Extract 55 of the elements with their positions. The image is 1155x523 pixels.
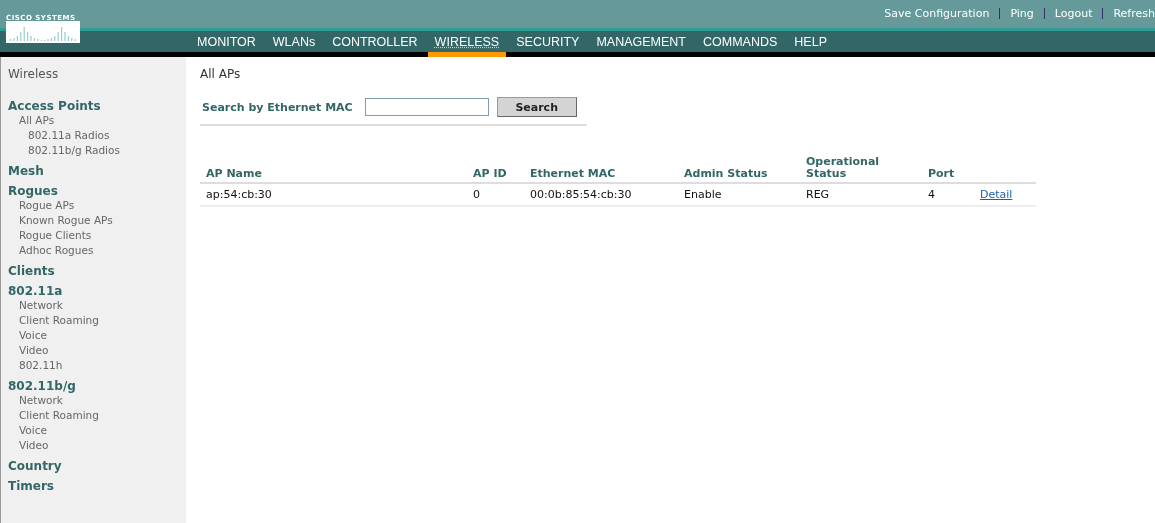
nav-tab[interactable]: HELP <box>787 31 834 57</box>
sidebar-item[interactable]: All APs <box>8 113 186 128</box>
sidebar-title: Wireless <box>8 67 60 81</box>
sidebar-item[interactable]: Known Rogue APs <box>8 213 186 228</box>
sidebar-section[interactable]: 802.11a <box>8 284 186 298</box>
search-button[interactable]: Search <box>496 97 577 117</box>
table-cell: 00:0b:85:54:cb:30 <box>524 183 678 206</box>
column-header: Port <box>922 154 974 183</box>
header-link[interactable]: Save Configuration <box>884 7 990 20</box>
sidebar-section[interactable]: Clients <box>8 264 186 278</box>
sidebar-section[interactable]: Access Points <box>8 99 186 113</box>
sidebar-item[interactable]: Video <box>8 438 186 453</box>
sidebar-item[interactable]: Adhoc Rogues <box>8 243 186 258</box>
sidebar-item[interactable]: Voice <box>8 328 186 343</box>
search-field[interactable] <box>364 98 489 116</box>
column-header: Operational Status <box>800 154 922 183</box>
sidebar-item[interactable]: 802.11b/g Radios <box>8 143 186 158</box>
header-link[interactable]: Logout <box>1054 7 1093 20</box>
sidebar-section[interactable]: 802.11b/g <box>8 379 186 393</box>
sidebar-section[interactable]: Country <box>8 459 186 473</box>
table-cell: ap:54:cb:30 <box>200 183 467 206</box>
sidebar-item[interactable]: Network <box>8 393 186 408</box>
sidebar-item[interactable]: Voice <box>8 423 186 438</box>
logo-icon <box>6 21 80 43</box>
search-label: Search by Ethernet MAC <box>202 100 353 114</box>
sidebar-item[interactable]: Rogue APs <box>8 198 186 213</box>
sidebar-section[interactable]: Mesh <box>8 164 186 178</box>
nav-tab[interactable]: WIRELESS <box>427 31 507 57</box>
nav-tab[interactable]: SECURITY <box>509 31 587 57</box>
nav-tab[interactable]: MANAGEMENT <box>589 31 693 57</box>
sidebar-item[interactable]: Client Roaming <box>8 408 186 423</box>
detail-link[interactable]: Detail <box>980 188 1013 201</box>
column-header: Ethernet MAC <box>524 154 678 183</box>
sidebar-item[interactable]: Client Roaming <box>8 313 186 328</box>
table-cell: 0 <box>467 183 524 206</box>
sidebar-item[interactable]: Network <box>8 298 186 313</box>
sidebar-item[interactable]: 802.11h <box>8 358 186 373</box>
sidebar-item[interactable]: Video <box>8 343 186 358</box>
column-header: AP ID <box>467 154 524 183</box>
sidebar-item[interactable]: 802.11a Radios <box>8 128 186 143</box>
header-link[interactable]: Ping <box>1010 7 1034 20</box>
column-header: AP Name <box>200 154 467 183</box>
header-link[interactable]: Refresh <box>1113 7 1155 20</box>
page-title: All APs <box>200 67 242 81</box>
nav-tab[interactable]: MONITOR <box>190 31 263 57</box>
column-header: Admin Status <box>678 154 800 183</box>
table-cell: REG <box>800 183 922 206</box>
nav-tab[interactable]: WLANs <box>265 31 323 57</box>
nav-tab[interactable]: CONTROLLER <box>325 31 425 57</box>
sidebar-section[interactable]: Timers <box>8 479 186 493</box>
sidebar-section[interactable]: Rogues <box>8 184 186 198</box>
table-cell: 4 <box>922 183 974 206</box>
nav-tab[interactable]: COMMANDS <box>696 31 785 57</box>
sidebar-item[interactable]: Rogue Clients <box>8 228 186 243</box>
table-cell: Enable <box>678 183 800 206</box>
